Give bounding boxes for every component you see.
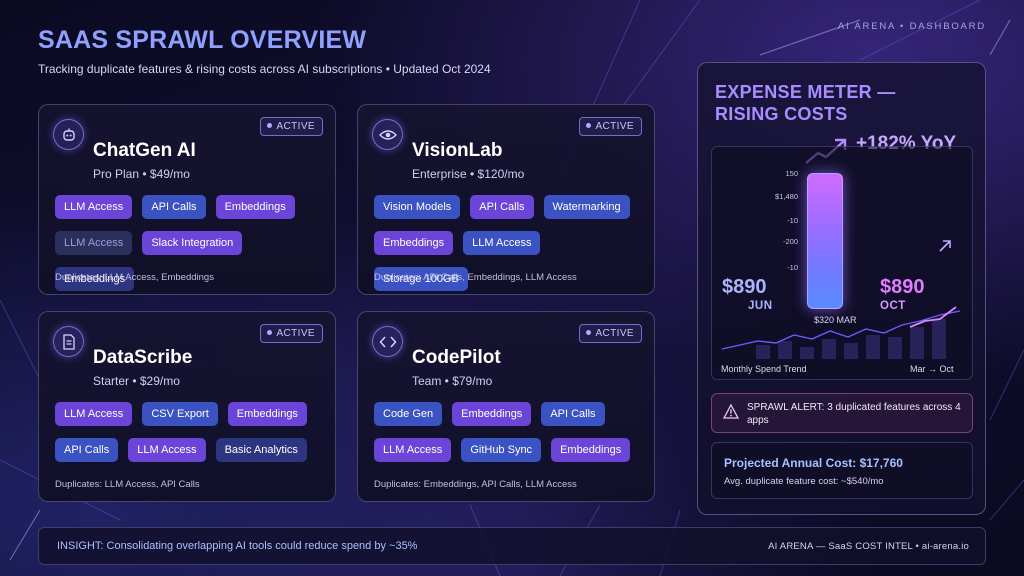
expense-gauge: 150 $1,480 -10 -200 -10 $890 JUN $890 OC… [711, 146, 973, 380]
feature-tag[interactable]: Embeddings [452, 402, 532, 426]
feature-tag[interactable]: Basic Analytics [215, 438, 307, 462]
sprawl-alert-text: SPRAWL ALERT: 3 duplicated features acro… [747, 402, 961, 426]
app-name: CodePilot [412, 347, 501, 368]
feature-tag[interactable]: Embeddings [227, 402, 307, 426]
page-subtitle: Tracking duplicate features & rising cos… [38, 62, 491, 76]
june-spend-value: $890 [722, 276, 767, 298]
trend-range: Mar → Oct [910, 364, 954, 374]
feature-tag[interactable]: LLM Access [374, 438, 452, 462]
status-dot-icon [267, 122, 273, 128]
status-dot-icon [586, 329, 592, 335]
app-plan: Starter • $29/mo [93, 374, 180, 388]
code-brackets-icon [372, 326, 403, 357]
expense-meter-bar [807, 173, 843, 309]
duplicates-note: Duplicates: API Calls, Embeddings, LLM A… [374, 272, 577, 283]
feature-tag[interactable]: GitHub Sync [461, 438, 542, 462]
feature-tags: LLM Access CSV Export Embeddings API Cal… [55, 402, 323, 462]
sprawl-alert: SPRAWL ALERT: 3 duplicated features acro… [711, 393, 973, 433]
app-name: VisionLab [412, 140, 503, 161]
status-dot-icon [586, 122, 592, 128]
insight-text: INSIGHT: Consolidating overlapping AI to… [57, 540, 418, 552]
footer-brand[interactable]: AI ARENA — SaaS COST INTEL • ai-arena.io [768, 541, 969, 552]
status-badge: ACTIVE [579, 324, 642, 343]
feature-tag[interactable]: API Calls [470, 195, 534, 219]
app-card-chatgen[interactable]: ACTIVE ChatGen AI Pro Plan • $49/mo LLM … [38, 104, 336, 295]
status-badge-label: ACTIVE [595, 121, 634, 132]
app-card-datascribe[interactable]: ACTIVE DataScribe Starter • $29/mo LLM A… [38, 311, 336, 502]
gauge-axis-label: -10 [787, 263, 798, 272]
insight-footer: INSIGHT: Consolidating overlapping AI to… [38, 527, 986, 565]
app-name: DataScribe [93, 347, 193, 368]
feature-tag[interactable]: LLM Access [128, 438, 206, 462]
app-plan: Team • $79/mo [412, 374, 493, 388]
feature-tags: Code Gen Embeddings API Calls LLM Access… [374, 402, 642, 462]
gauge-axis-label: -200 [782, 237, 798, 246]
status-badge: ACTIVE [260, 324, 323, 343]
status-badge-label: ACTIVE [595, 328, 634, 339]
projection-box: Projected Annual Cost: $17,760 Avg. dupl… [711, 442, 973, 499]
feature-tag[interactable]: API Calls [55, 438, 119, 462]
app-name: ChatGen AI [93, 140, 196, 161]
app-card-codepilot[interactable]: ACTIVE CodePilot Team • $79/mo Code Gen … [357, 311, 655, 502]
gauge-axis-label: $1,480 [775, 192, 798, 201]
app-card-visionlab[interactable]: ACTIVE VisionLab Enterprise • $120/mo Vi… [357, 104, 655, 295]
gauge-axis-label: -10 [787, 216, 798, 225]
page-title: SAAS SPRAWL OVERVIEW [38, 26, 367, 54]
feature-tag[interactable]: Embeddings [215, 195, 295, 219]
feature-tag[interactable]: LLM Access [55, 402, 133, 426]
app-plan: Pro Plan • $49/mo [93, 167, 190, 181]
trend-label: Monthly Spend Trend [721, 364, 807, 374]
expense-meter-title: EXPENSE METER — RISING COSTS [715, 82, 896, 124]
feature-tag[interactable]: LLM Access [55, 195, 133, 219]
duplicates-note: Duplicates: Embeddings, API Calls, LLM A… [374, 479, 577, 490]
feature-tag[interactable]: Embeddings [551, 438, 631, 462]
duplicates-note: Duplicates: LLM Access, Embeddings [55, 272, 214, 283]
projected-annual-cost: Projected Annual Cost: $17,760 [724, 456, 903, 470]
feature-tag[interactable]: LLM Access [463, 231, 541, 255]
feature-tag[interactable]: Slack Integration [142, 231, 243, 255]
brand-breadcrumb: AI ARENA • DASHBOARD [837, 21, 986, 32]
avg-duplicate-cost: Avg. duplicate feature cost: ~$540/mo [724, 476, 884, 487]
status-dot-icon [267, 329, 273, 335]
gauge-axis-label: 150 [785, 169, 798, 178]
october-spend-value: $890 [880, 276, 925, 298]
feature-tag[interactable]: Embeddings [374, 231, 454, 255]
diagonal-arrow-icon [939, 240, 951, 252]
robot-icon [53, 119, 84, 150]
feature-tag[interactable]: CSV Export [142, 402, 218, 426]
status-badge-label: ACTIVE [276, 121, 315, 132]
warning-icon [723, 404, 739, 419]
feature-tag[interactable]: API Calls [541, 402, 605, 426]
status-badge-label: ACTIVE [276, 328, 315, 339]
feature-tag[interactable]: API Calls [142, 195, 206, 219]
status-badge: ACTIVE [260, 117, 323, 136]
expense-meter-panel: EXPENSE METER — RISING COSTS +182% YoY 1… [697, 62, 986, 515]
document-icon [53, 326, 84, 357]
feature-tag[interactable]: Code Gen [374, 402, 443, 426]
feature-tag[interactable]: LLM Access [55, 231, 133, 255]
feature-tag[interactable]: Watermarking [543, 195, 630, 219]
eye-icon [372, 119, 403, 150]
feature-tag[interactable]: Vision Models [374, 195, 461, 219]
app-plan: Enterprise • $120/mo [412, 167, 525, 181]
status-badge: ACTIVE [579, 117, 642, 136]
monthly-spend-sparkline [721, 306, 961, 359]
duplicates-note: Duplicates: LLM Access, API Calls [55, 479, 200, 490]
